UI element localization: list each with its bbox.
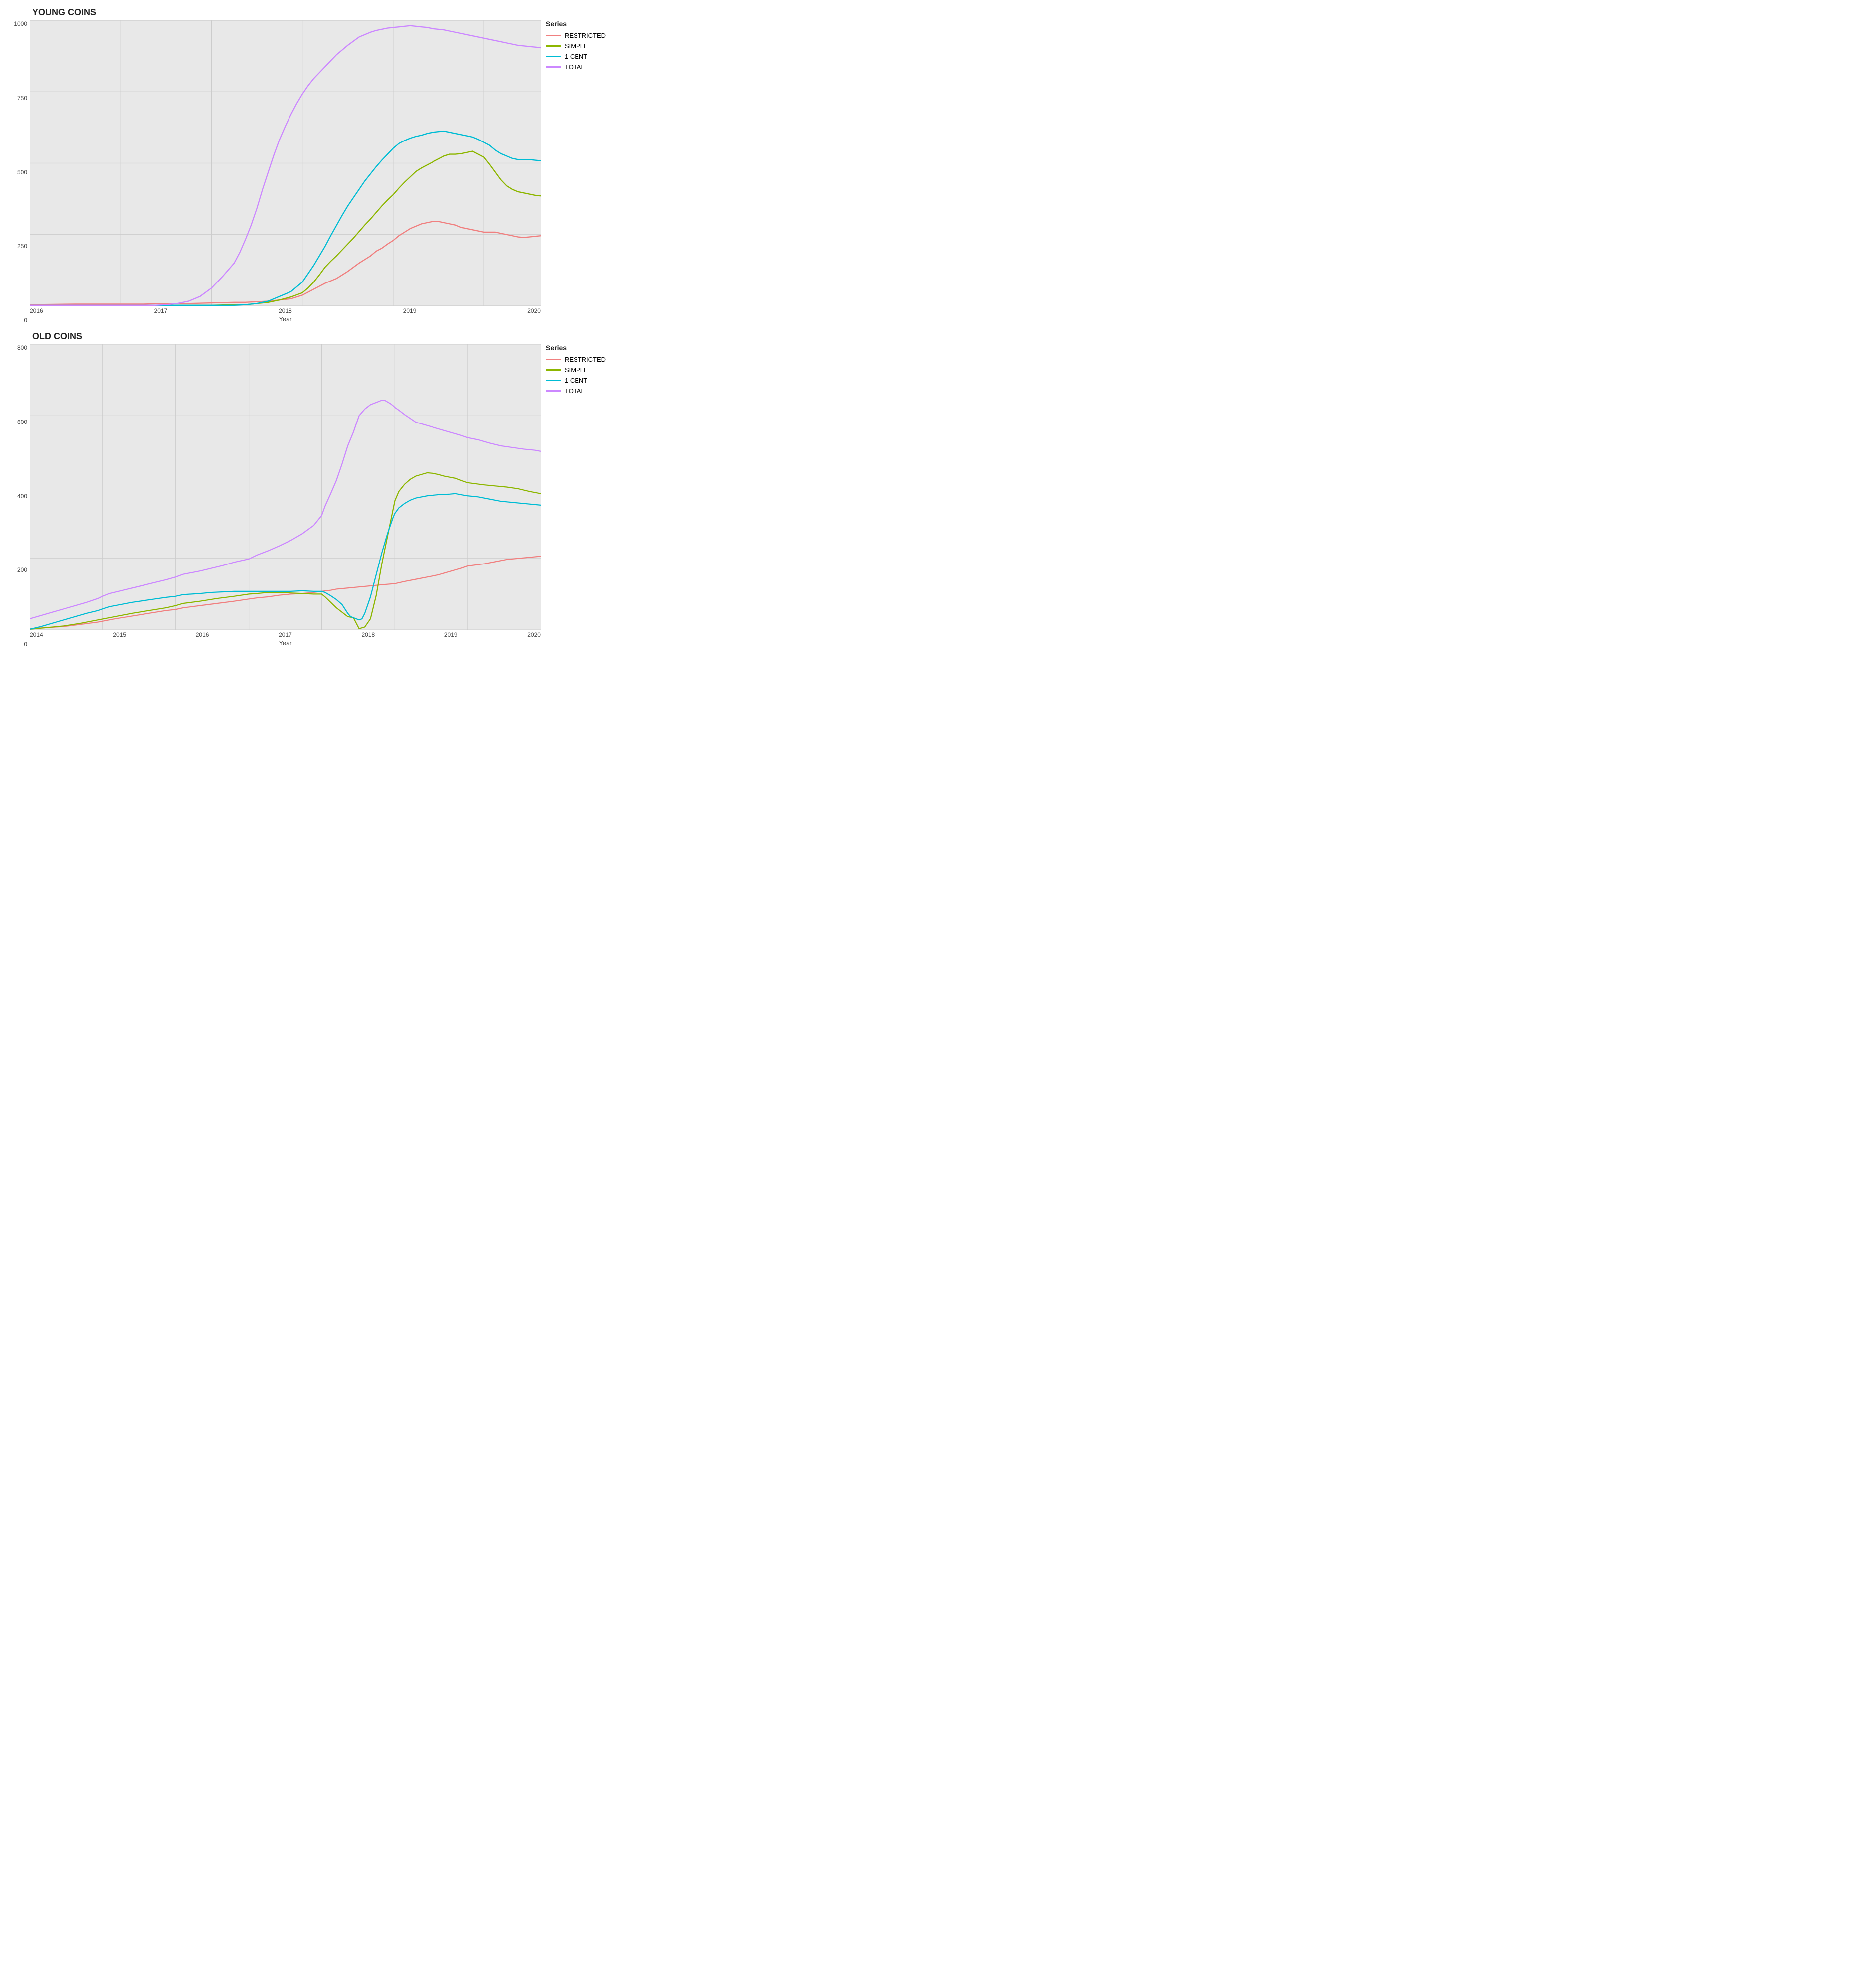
young-coins-title: YOUNG COINS xyxy=(5,5,541,20)
legend-total-1: TOTAL xyxy=(546,63,615,71)
old-y-tick-600: 600 xyxy=(17,419,27,425)
old-x-tick-2015: 2015 xyxy=(113,631,126,638)
old-x-tick-2017: 2017 xyxy=(279,631,292,638)
legend-simple-line-1 xyxy=(546,45,561,47)
y-tick-1000: 1000 xyxy=(14,20,27,27)
legend-1cent-line-2 xyxy=(546,380,561,381)
young-coins-x-axis: 2016 2017 2018 2019 2020 xyxy=(30,306,541,314)
young-coins-plot-and-x: 2016 2017 2018 2019 2020 Year xyxy=(30,20,541,324)
old-coins-with-axes: 800 600 400 200 0 xyxy=(5,344,541,648)
legend-total-label-1: TOTAL xyxy=(565,63,585,71)
old-coins-y-axis: 800 600 400 200 0 xyxy=(5,344,30,648)
young-coins-section: YOUNG COINS 1000 750 500 250 0 xyxy=(5,5,620,324)
x-tick-2019: 2019 xyxy=(403,307,417,314)
young-coins-chart-area: YOUNG COINS 1000 750 500 250 0 xyxy=(5,5,541,324)
young-coins-plot xyxy=(30,20,541,306)
x-tick-2017: 2017 xyxy=(154,307,168,314)
legend-restricted-line-2 xyxy=(546,359,561,360)
old-y-tick-0: 0 xyxy=(24,641,27,648)
y-tick-750: 750 xyxy=(17,95,27,102)
legend-1cent-2: 1 CENT xyxy=(546,377,615,384)
old-y-tick-400: 400 xyxy=(17,493,27,500)
legend-simple-line-2 xyxy=(546,369,561,371)
old-y-tick-800: 800 xyxy=(17,344,27,351)
legend-1cent-label-1: 1 CENT xyxy=(565,53,587,60)
legend-restricted-1: RESTRICTED xyxy=(546,32,615,39)
young-coins-legend: Series RESTRICTED SIMPLE 1 CENT TOTAL xyxy=(541,5,620,324)
legend-1cent-label-2: 1 CENT xyxy=(565,377,587,384)
legend-total-2: TOTAL xyxy=(546,387,615,395)
legend-simple-1: SIMPLE xyxy=(546,42,615,50)
old-coins-x-label: Year xyxy=(30,638,541,648)
x-tick-2016: 2016 xyxy=(30,307,43,314)
old-x-tick-2016: 2016 xyxy=(196,631,209,638)
old-coins-plot xyxy=(30,344,541,630)
old-coins-section: OLD COINS 800 600 400 200 0 xyxy=(5,329,620,648)
young-coins-svg xyxy=(30,20,541,306)
old-x-tick-2020: 2020 xyxy=(527,631,541,638)
old-coins-legend-title: Series xyxy=(546,344,615,352)
legend-restricted-2: RESTRICTED xyxy=(546,356,615,363)
legend-restricted-label-1: RESTRICTED xyxy=(565,32,606,39)
old-coins-plot-and-x: 2014 2015 2016 2017 2018 2019 2020 Year xyxy=(30,344,541,648)
young-coins-legend-title: Series xyxy=(546,20,615,28)
legend-1cent-1: 1 CENT xyxy=(546,53,615,60)
young-coins-with-axes: 1000 750 500 250 0 xyxy=(5,20,541,324)
old-x-tick-2014: 2014 xyxy=(30,631,43,638)
page: YOUNG COINS 1000 750 500 250 0 xyxy=(0,0,625,658)
old-x-tick-2018: 2018 xyxy=(362,631,375,638)
x-tick-2020: 2020 xyxy=(527,307,541,314)
old-y-tick-200: 200 xyxy=(17,566,27,573)
young-coins-y-axis: 1000 750 500 250 0 xyxy=(5,20,30,324)
legend-simple-label-1: SIMPLE xyxy=(565,42,588,50)
x-tick-2018: 2018 xyxy=(279,307,292,314)
legend-total-line-2 xyxy=(546,390,561,392)
legend-1cent-line-1 xyxy=(546,56,561,57)
young-coins-x-label: Year xyxy=(30,314,541,324)
old-coins-title: OLD COINS xyxy=(5,329,541,344)
y-tick-500: 500 xyxy=(17,169,27,176)
old-coins-x-axis: 2014 2015 2016 2017 2018 2019 2020 xyxy=(30,630,541,638)
legend-simple-label-2: SIMPLE xyxy=(565,366,588,374)
old-coins-legend: Series RESTRICTED SIMPLE 1 CENT TOTAL xyxy=(541,329,620,648)
y-tick-250: 250 xyxy=(17,243,27,250)
legend-restricted-line-1 xyxy=(546,35,561,36)
legend-restricted-label-2: RESTRICTED xyxy=(565,356,606,363)
old-coins-chart-area: OLD COINS 800 600 400 200 0 xyxy=(5,329,541,648)
old-coins-svg xyxy=(30,344,541,630)
y-tick-0: 0 xyxy=(24,317,27,324)
legend-simple-2: SIMPLE xyxy=(546,366,615,374)
legend-total-label-2: TOTAL xyxy=(565,387,585,395)
old-x-tick-2019: 2019 xyxy=(444,631,458,638)
legend-total-line-1 xyxy=(546,66,561,68)
